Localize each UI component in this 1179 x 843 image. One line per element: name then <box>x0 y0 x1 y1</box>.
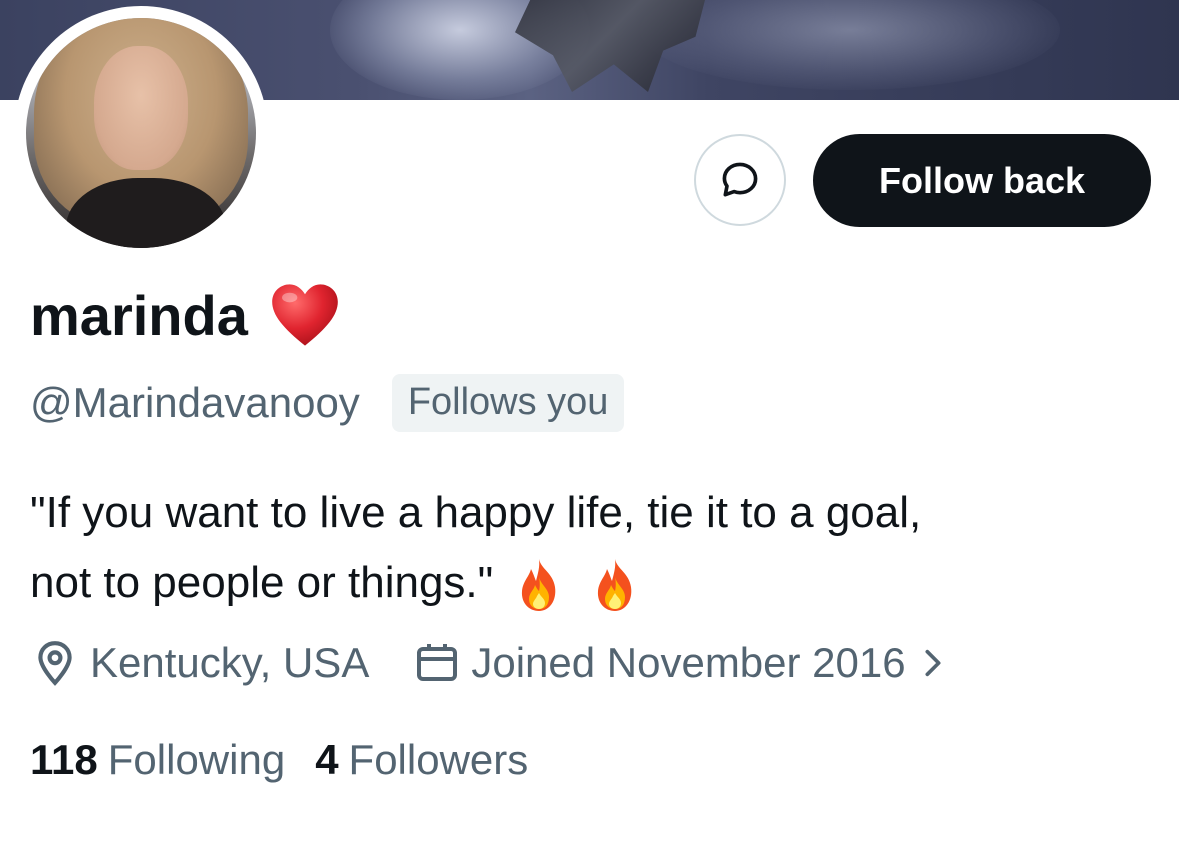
followers-label: Followers <box>348 736 529 783</box>
avatar-photo <box>26 18 256 248</box>
fire-emoji <box>597 559 632 612</box>
message-bubble-icon <box>722 162 758 197</box>
location-text: Kentucky, USA <box>90 639 370 686</box>
profile-meta: Kentucky, USA Joined November 2016 <box>30 638 950 688</box>
heart-emoji <box>272 284 338 346</box>
bio-line: "If you want to live a happy life, tie i… <box>30 488 922 537</box>
follow-back-button[interactable]: Follow back <box>813 134 1151 227</box>
message-button[interactable] <box>694 134 786 226</box>
chevron-right-icon <box>925 649 941 677</box>
followers-count: 4 <box>315 736 339 783</box>
handle-row: @Marindavanooy Follows you <box>30 374 625 432</box>
profile-stats: 118 Following 4 Followers <box>30 736 528 784</box>
followers-link[interactable]: 4 Followers <box>315 736 528 784</box>
joined-text: Joined November 2016 <box>471 639 906 686</box>
display-name: marinda <box>30 283 248 347</box>
location-pin-icon <box>38 641 72 686</box>
name-row: marinda <box>30 282 340 348</box>
profile-bio: "If you want to live a happy life, tie i… <box>30 478 1150 618</box>
calendar-icon <box>417 644 458 681</box>
avatar-face <box>94 46 188 170</box>
profile-avatar[interactable] <box>14 6 268 260</box>
joined-item[interactable]: Joined November 2016 <box>413 639 949 687</box>
following-label: Following <box>107 736 286 783</box>
location-item: Kentucky, USA <box>30 638 369 688</box>
following-link[interactable]: 118 Following <box>30 736 285 784</box>
banner-cloud <box>640 0 1060 90</box>
bio-line-2: not to people or things." <box>30 548 1150 618</box>
user-handle: @Marindavanooy <box>30 378 360 426</box>
follows-you-badge: Follows you <box>391 374 625 432</box>
bio-line: not to people or things." <box>30 558 494 607</box>
fire-emoji <box>521 559 555 612</box>
following-count: 118 <box>30 736 98 783</box>
